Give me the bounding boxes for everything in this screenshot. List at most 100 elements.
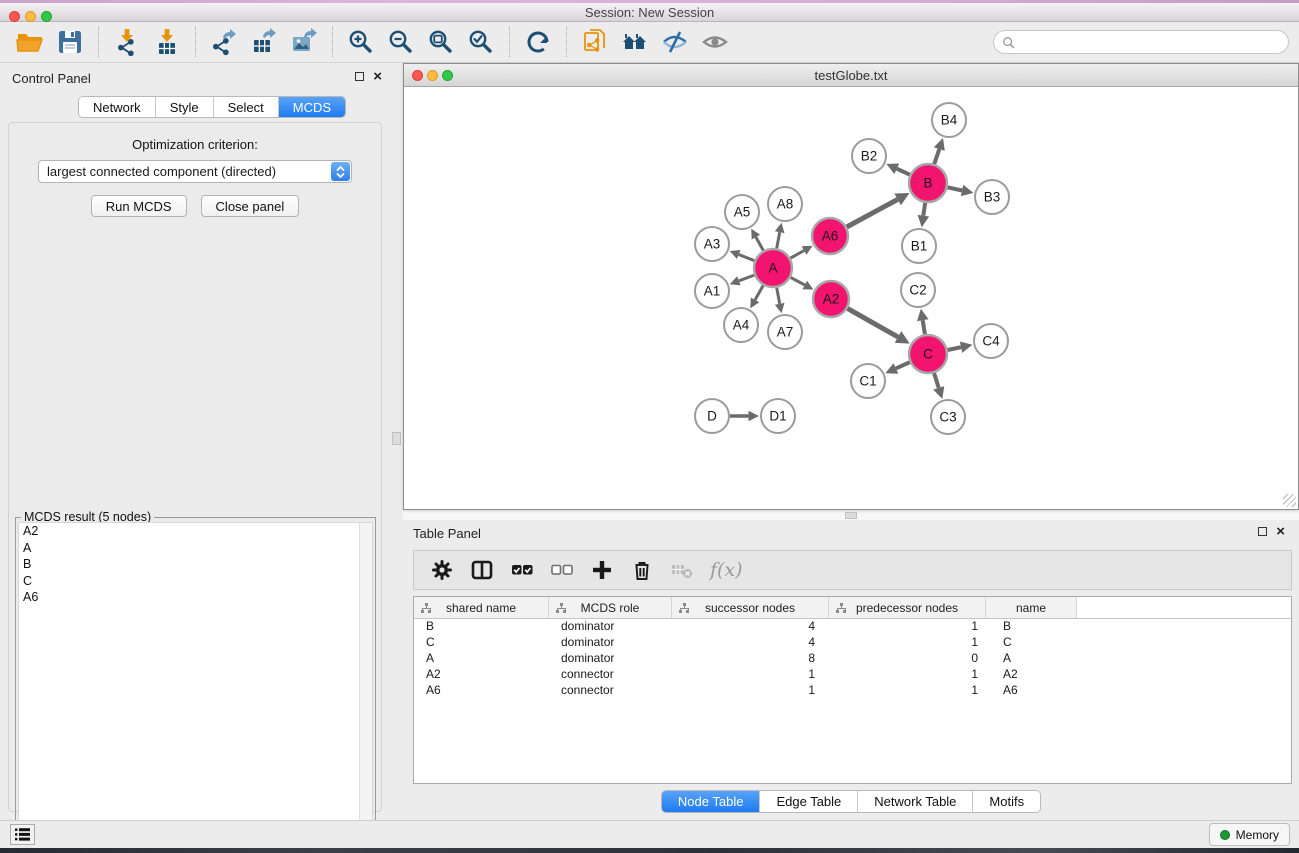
import-network-button[interactable] <box>107 25 147 59</box>
zoom-out-button[interactable] <box>381 25 421 59</box>
float-table-panel-icon[interactable] <box>1258 527 1267 536</box>
delete-rows-button[interactable] <box>624 554 660 586</box>
graph-node-B4[interactable]: B4 <box>932 103 966 137</box>
vertical-splitter[interactable] <box>390 65 403 820</box>
table-row[interactable]: A6connector11A6 <box>414 683 1291 699</box>
edge-B-B1[interactable] <box>923 203 925 216</box>
tab-style[interactable]: Style <box>156 97 214 117</box>
export-image-button[interactable] <box>284 25 324 59</box>
graph-node-B[interactable]: B <box>909 164 947 202</box>
network-graph[interactable]: B4B2BB3A8A5A6A3B1AA1C2A2A4A7C4CC1C3DD1 <box>404 87 1298 508</box>
tab-select[interactable]: Select <box>214 97 279 117</box>
zoom-in-button[interactable] <box>341 25 381 59</box>
edge-C-C4[interactable] <box>948 347 961 350</box>
result-list-item[interactable]: A <box>19 540 372 557</box>
column-header-MCDS-role[interactable]: MCDS role <box>549 597 672 618</box>
edge-C-C3[interactable] <box>934 373 939 388</box>
edge-A-A8[interactable] <box>777 232 780 248</box>
graph-node-A2[interactable]: A2 <box>813 281 849 317</box>
zoom-selected-button[interactable] <box>461 25 501 59</box>
edge-A2-C[interactable] <box>848 308 899 337</box>
graph-node-D[interactable]: D <box>695 399 729 433</box>
deselect-all-button[interactable] <box>544 554 580 586</box>
tab-edge-table[interactable]: Edge Table <box>760 791 858 812</box>
horizontal-splitter-grip[interactable] <box>845 512 857 519</box>
close-panel-button[interactable]: Close panel <box>201 195 300 217</box>
float-panel-icon[interactable] <box>355 72 364 81</box>
tab-mcds[interactable]: MCDS <box>279 97 345 117</box>
table-row[interactable]: Bdominator41B <box>414 619 1291 635</box>
result-list-item[interactable]: B <box>19 556 372 573</box>
edge-A-A5[interactable] <box>756 237 763 250</box>
node-table[interactable]: shared nameMCDS rolesuccessor nodesprede… <box>413 596 1292 784</box>
edge-B-B3[interactable] <box>948 187 963 190</box>
edge-A-A7[interactable] <box>777 288 780 304</box>
graph-node-A7[interactable]: A7 <box>768 315 802 349</box>
graph-node-A6[interactable]: A6 <box>812 218 848 254</box>
close-panel-icon[interactable]: × <box>373 71 382 82</box>
column-header-predecessor-nodes[interactable]: predecessor nodes <box>829 597 986 618</box>
column-header-shared-name[interactable]: shared name <box>414 597 549 618</box>
graph-node-B3[interactable]: B3 <box>975 180 1009 214</box>
run-mcds-button[interactable]: Run MCDS <box>91 195 187 217</box>
network-window[interactable]: testGlobe.txt B4B2BB3A8A5A6A3B1AA1C2A2A4… <box>403 63 1299 510</box>
network-from-file-button[interactable] <box>575 25 615 59</box>
graph-node-A3[interactable]: A3 <box>695 227 729 261</box>
edge-C-C1[interactable] <box>896 362 910 368</box>
edge-A-A4[interactable] <box>755 285 763 300</box>
graph-node-C1[interactable]: C1 <box>851 364 885 398</box>
result-scrollbar[interactable] <box>359 523 372 853</box>
edge-A-A3[interactable] <box>739 255 755 261</box>
result-list-item[interactable]: C <box>19 573 372 590</box>
result-list-item[interactable]: A6 <box>19 589 372 606</box>
add-row-button[interactable] <box>584 554 620 586</box>
edge-B-B4[interactable] <box>934 149 939 164</box>
network-canvas[interactable]: B4B2BB3A8A5A6A3B1AA1C2A2A4A7C4CC1C3DD1 <box>404 87 1298 509</box>
export-network-button[interactable] <box>204 25 244 59</box>
column-header-successor-nodes[interactable]: successor nodes <box>672 597 829 618</box>
settings-gear-button[interactable] <box>424 554 460 586</box>
import-table-button[interactable] <box>147 25 187 59</box>
criterion-dropdown[interactable]: largest connected component (directed) <box>38 160 352 183</box>
result-list-item[interactable]: A2 <box>19 523 372 540</box>
column-header-name[interactable]: name <box>986 597 1077 618</box>
graph-node-C[interactable]: C <box>909 335 947 373</box>
graph-node-A5[interactable]: A5 <box>725 195 759 229</box>
node-table-header[interactable]: shared nameMCDS rolesuccessor nodesprede… <box>414 597 1291 619</box>
edge-C-C2[interactable] <box>923 320 925 334</box>
export-table-button[interactable] <box>244 25 284 59</box>
graph-node-C4[interactable]: C4 <box>974 324 1008 358</box>
search-field[interactable] <box>993 30 1289 54</box>
graph-node-D1[interactable]: D1 <box>761 399 795 433</box>
select-all-button[interactable] <box>504 554 540 586</box>
tab-motifs[interactable]: Motifs <box>973 791 1040 812</box>
show-columns-button[interactable] <box>464 554 500 586</box>
refresh-button[interactable] <box>518 25 558 59</box>
graph-node-B1[interactable]: B1 <box>902 229 936 263</box>
close-table-panel-icon[interactable]: × <box>1276 526 1285 537</box>
tab-network[interactable]: Network <box>79 97 156 117</box>
edge-A-A1[interactable] <box>739 275 754 281</box>
graph-node-A4[interactable]: A4 <box>724 308 758 342</box>
open-file-button[interactable] <box>10 25 50 59</box>
graph-node-B2[interactable]: B2 <box>852 139 886 173</box>
table-row[interactable]: Adominator80A <box>414 651 1291 667</box>
show-details-button[interactable] <box>695 25 735 59</box>
mcds-result-list[interactable]: A2ABCA6 <box>18 522 373 853</box>
tab-node-table[interactable]: Node Table <box>662 791 761 812</box>
window-resize-grip[interactable] <box>1283 494 1296 507</box>
network-window-titlebar[interactable]: testGlobe.txt <box>404 64 1298 87</box>
tab-network-table[interactable]: Network Table <box>858 791 973 812</box>
table-row[interactable]: Cdominator41C <box>414 635 1291 651</box>
edge-A6-B[interactable] <box>847 199 898 227</box>
edge-A-A6[interactable] <box>790 251 804 259</box>
memory-button[interactable]: Memory <box>1209 823 1290 846</box>
save-session-button[interactable] <box>50 25 90 59</box>
edge-A-A2[interactable] <box>791 277 805 285</box>
table-row[interactable]: A2connector11A2 <box>414 667 1291 683</box>
node-table-body[interactable]: Bdominator41BCdominator41CAdominator80AA… <box>414 619 1291 699</box>
splitter-grip[interactable] <box>392 432 401 445</box>
graph-node-A[interactable]: A <box>754 249 792 287</box>
graph-node-A1[interactable]: A1 <box>695 274 729 308</box>
zoom-fit-button[interactable] <box>421 25 461 59</box>
